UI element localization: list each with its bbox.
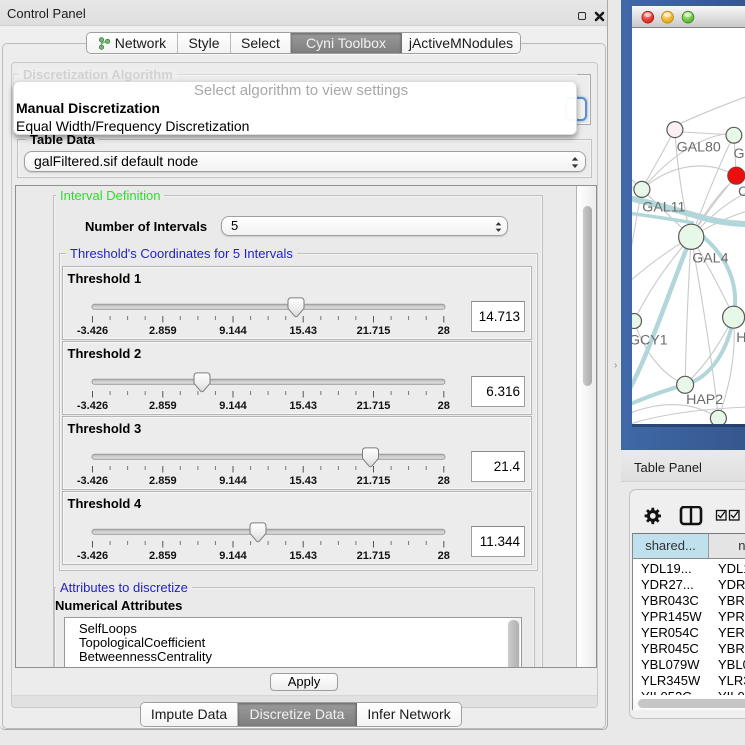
svg-text:28: 28	[438, 325, 450, 337]
svg-text:28: 28	[438, 550, 450, 562]
svg-text:9.144: 9.144	[219, 400, 247, 412]
svg-text:2.859: 2.859	[149, 400, 177, 412]
svg-text:9.144: 9.144	[219, 550, 247, 562]
svg-text:HAP2: HAP2	[686, 392, 723, 408]
svg-text:28: 28	[438, 475, 450, 487]
svg-text:C: C	[738, 184, 745, 200]
svg-text:-3.426: -3.426	[77, 400, 108, 412]
svg-text:9.144: 9.144	[219, 325, 247, 337]
svg-text:GCY1: GCY1	[632, 333, 668, 349]
svg-text:-3.426: -3.426	[77, 475, 108, 487]
svg-text:GAL80: GAL80	[677, 139, 721, 155]
svg-text:15.43: 15.43	[289, 550, 317, 562]
svg-text:21.715: 21.715	[357, 325, 391, 337]
svg-text:15.43: 15.43	[289, 325, 317, 337]
svg-text:15.43: 15.43	[289, 400, 317, 412]
svg-text:G: G	[734, 146, 745, 162]
svg-text:2.859: 2.859	[149, 475, 177, 487]
svg-text:21.715: 21.715	[357, 400, 391, 412]
svg-text:-3.426: -3.426	[77, 550, 108, 562]
svg-text:9.144: 9.144	[219, 475, 247, 487]
svg-text:21.715: 21.715	[357, 475, 391, 487]
svg-text:2.859: 2.859	[149, 550, 177, 562]
svg-text:GAL11: GAL11	[642, 200, 685, 216]
svg-text:-3.426: -3.426	[77, 325, 108, 337]
svg-text:15.43: 15.43	[289, 475, 317, 487]
svg-text:H: H	[736, 330, 745, 346]
svg-text:GAL4: GAL4	[692, 251, 728, 267]
svg-text:2.859: 2.859	[149, 325, 177, 337]
svg-text:21.715: 21.715	[357, 550, 391, 562]
svg-text:28: 28	[438, 400, 450, 412]
